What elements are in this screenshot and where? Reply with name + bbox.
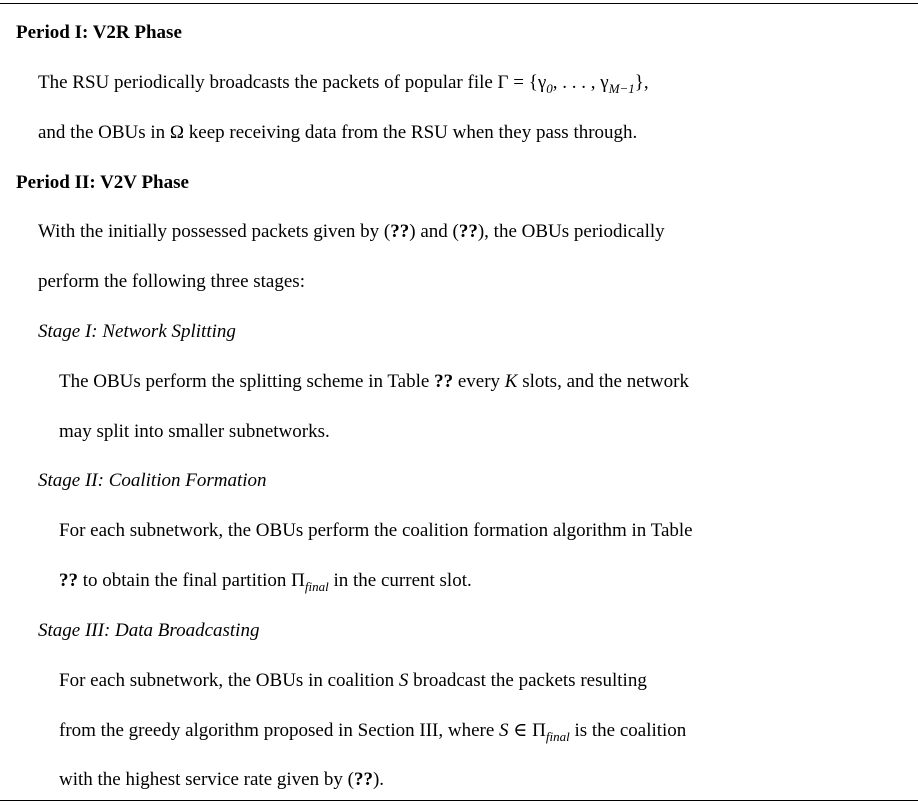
stage1-text-line2: may split into smaller subnetworks. [59, 421, 330, 442]
equation-ref: ?? [390, 221, 410, 242]
stage2-text-line1: For each subnetwork, the OBUs perform th… [59, 520, 693, 541]
period2-heading: Period II: V2V Phase [16, 172, 189, 193]
top-rule [0, 3, 918, 4]
equation-ref: ?? [353, 769, 373, 790]
stage3-text-line2: from the greedy algorithm proposed in Se… [59, 720, 687, 744]
table-ref: ?? [434, 371, 454, 392]
period2-text-line2: perform the following three stages: [38, 271, 305, 292]
stage3-text-line1: For each subnetwork, the OBUs in coaliti… [59, 670, 647, 691]
stage2-title: Stage II: Coalition Formation [38, 470, 267, 491]
stage1-text-line1: The OBUs perform the splitting scheme in… [59, 371, 689, 392]
equation-ref: ?? [458, 221, 478, 242]
stage3-text-line3: with the highest service rate given by (… [59, 769, 385, 790]
period1-heading: Period I: V2R Phase [16, 22, 182, 43]
period2-text-line1: With the initially possessed packets giv… [38, 221, 665, 242]
stage2-text-line2: ?? to obtain the final partition Πfinal … [59, 570, 472, 594]
stage1-title: Stage I: Network Splitting [38, 321, 236, 342]
stage3-title: Stage III: Data Broadcasting [38, 620, 260, 641]
period1-text-line1: The RSU periodically broadcasts the pack… [38, 72, 649, 96]
table-ref: ?? [59, 570, 78, 591]
period1-text-line2: and the OBUs in Ω keep receiving data fr… [38, 122, 638, 143]
bottom-rule [0, 800, 918, 801]
